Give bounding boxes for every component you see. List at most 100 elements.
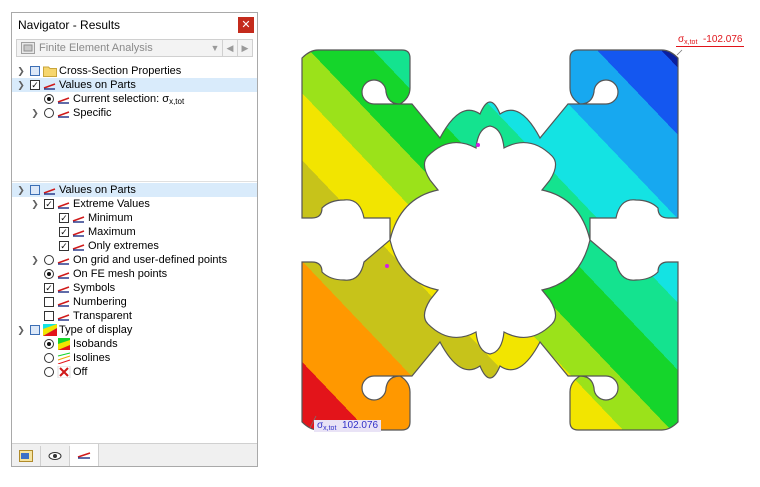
tree-item-type-of-display[interactable]: ❯ Type of display [12,323,257,337]
tree-item-on-fe-mesh[interactable]: On FE mesh points [12,267,257,281]
tree-item-label: Type of display [59,324,133,336]
tree-item-label: Values on Parts [59,184,136,196]
checkbox-transparent[interactable] [44,311,54,321]
tree-item-isolines[interactable]: Isolines [12,351,257,365]
result-arrow-icon [57,202,70,209]
tree-item-label: Only extremes [88,240,159,252]
collapse-icon[interactable]: ❯ [30,198,40,210]
checkbox-type-of-display[interactable] [30,325,40,335]
isolines-icon [57,352,71,364]
checkbox-extreme-values[interactable]: ✓ [44,199,54,209]
tree-item-off[interactable]: Off [12,365,257,379]
checkbox-symbols[interactable]: ✓ [44,283,54,293]
tree-item-extreme-values[interactable]: ❯ ✓ Extreme Values [12,197,257,211]
isoband-fill [290,30,690,450]
tree-item-current-selection[interactable]: Current selection: σx,tot [12,92,257,106]
result-arrow-icon [57,272,70,279]
tab-display[interactable] [41,446,70,466]
tree-item-label: Specific [73,107,112,119]
checkbox-numbering[interactable] [44,297,54,307]
radio-current-selection[interactable] [44,94,54,104]
result-arrow-icon [43,188,56,195]
result-arrow-icon [72,244,85,251]
tree-item-isobands[interactable]: Isobands [12,337,257,351]
expand-icon[interactable]: ❯ [30,254,40,266]
checkbox-cross-section[interactable] [30,66,40,76]
tree-item-label: Extreme Values [73,198,150,210]
tree-item-cross-section[interactable]: ❯ Cross-Section Properties [12,64,257,78]
section-divider [12,181,257,182]
radio-on-fe-mesh[interactable] [44,269,54,279]
radio-isolines[interactable] [44,353,54,363]
eye-icon [48,452,62,460]
previous-button[interactable]: ◀ [222,40,237,56]
radio-specific[interactable] [44,108,54,118]
tree-item-label: Isolines [73,352,111,364]
tree-item-label: On FE mesh points [73,268,168,280]
close-button[interactable]: ✕ [238,17,254,33]
result-arrow-icon [43,83,56,90]
tree-item-label: Minimum [88,212,133,224]
tree-item-label: Symbols [73,282,116,294]
fea-module-icon [21,42,35,54]
result-arrow-icon [57,111,70,118]
max-value-label[interactable]: σx,tot -102.076 [676,34,745,47]
tree-item-label: Current selection: σx,tot [73,92,185,106]
radio-on-grid[interactable] [44,255,54,265]
model-view[interactable]: σx,tot -102.076 σx,tot 102.076 [290,30,745,453]
expand-icon[interactable]: ❯ [16,65,26,77]
checkbox-only-extremes[interactable]: ✓ [59,241,69,251]
tree-item-label: Off [73,366,88,378]
off-x-icon [57,366,71,378]
folder-icon [43,66,57,77]
module-dropdown-value: Finite Element Analysis [39,42,153,54]
checkbox-maximum[interactable]: ✓ [59,227,69,237]
tree-item-values-on-parts-2[interactable]: ❯ Values on Parts [12,183,257,197]
tree-item-label: On grid and user-defined points [73,254,228,266]
collapse-icon[interactable]: ❯ [16,184,26,196]
result-arrow-icon [57,97,70,104]
result-arrow-icon [72,230,85,237]
radio-isobands[interactable] [44,339,54,349]
color-scale-icon [43,324,57,336]
collapse-icon[interactable]: ❯ [16,324,26,336]
tree-item-symbols[interactable]: ✓ Symbols [12,281,257,295]
chevron-down-icon[interactable]: ▼ [208,43,222,53]
checkbox-minimum[interactable]: ✓ [59,213,69,223]
result-arrow-icon [57,258,70,265]
radio-off[interactable] [44,367,54,377]
tree-item-label: Maximum [88,226,136,238]
result-arrow-icon [57,300,70,307]
checkbox-values-on-parts-2[interactable] [30,185,40,195]
navigator-footer-tabs [12,443,257,466]
tree-item-on-grid[interactable]: ❯ On grid and user-defined points [12,253,257,267]
isobands-icon [58,338,70,350]
profile-result-plot[interactable] [290,30,690,450]
tree-item-label: Values on Parts [59,79,136,91]
navigator-title: Navigator - Results [18,18,121,32]
navigator-titlebar: Navigator - Results ✕ [12,13,257,37]
tree-item-numbering[interactable]: Numbering [12,295,257,309]
tab-results[interactable] [70,443,99,466]
tree-item-specific[interactable]: ❯ Specific [12,106,257,120]
result-arrow-icon [57,314,70,321]
extreme-point-marker [476,143,480,147]
collapse-icon[interactable]: ❯ [16,79,26,91]
tree-item-transparent[interactable]: Transparent [12,309,257,323]
expand-icon[interactable]: ❯ [30,107,40,119]
next-button[interactable]: ▶ [237,40,252,56]
tab-data[interactable] [12,446,41,466]
tree-item-maximum[interactable]: ✓ Maximum [12,225,257,239]
tree-item-label: Transparent [73,310,132,322]
data-icon [19,450,33,462]
min-value-label[interactable]: σx,tot 102.076 [314,420,382,432]
tree-item-only-extremes[interactable]: ✓ Only extremes [12,239,257,253]
checkbox-values-on-parts[interactable]: ✓ [30,80,40,90]
tree-item-label: Cross-Section Properties [59,65,182,77]
tree-item-minimum[interactable]: ✓ Minimum [12,211,257,225]
result-arrow-icon [77,452,91,459]
result-arrow-icon [72,216,85,223]
tree-item-values-on-parts[interactable]: ❯ ✓ Values on Parts [12,78,257,92]
navigator-panel: Navigator - Results ✕ Finite Element Ana… [11,12,258,467]
module-dropdown[interactable]: Finite Element Analysis ▼ ◀ ▶ [16,39,253,57]
